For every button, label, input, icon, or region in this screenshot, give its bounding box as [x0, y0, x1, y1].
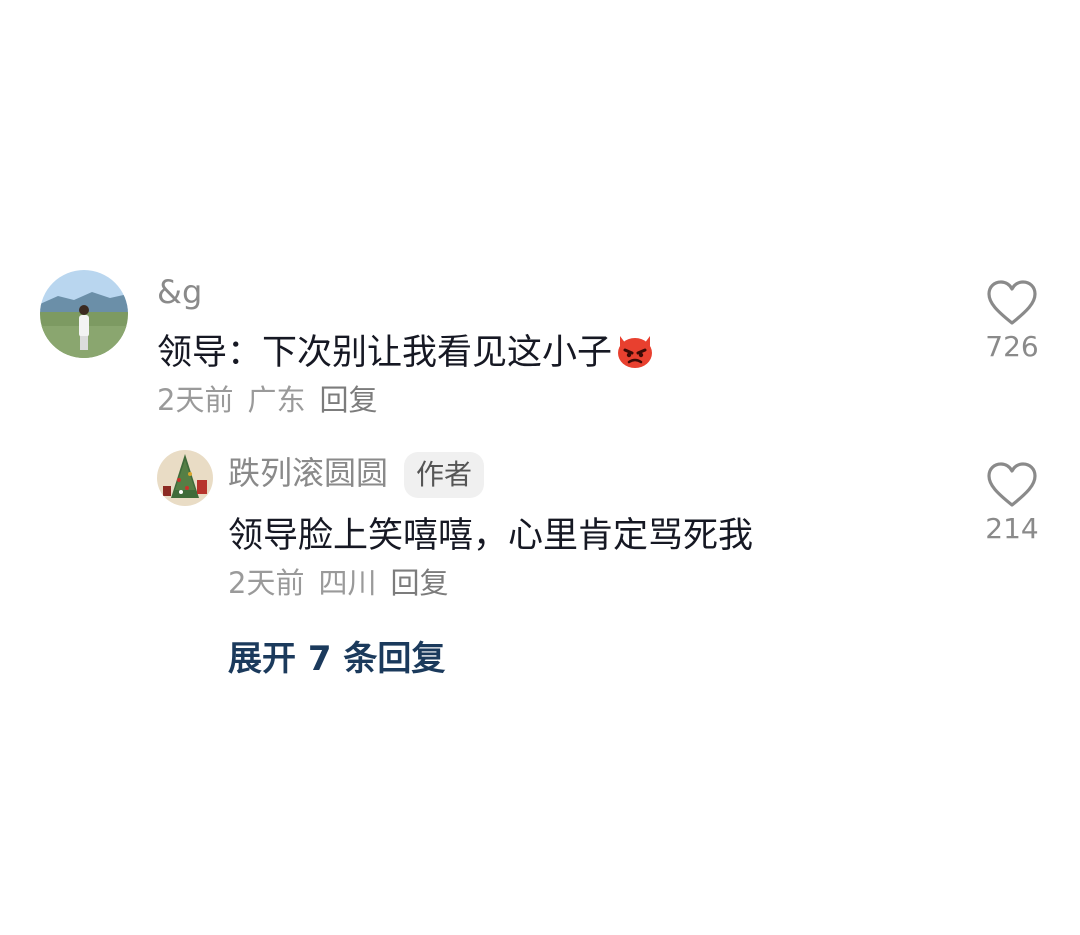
comment-time: 2天前: [157, 383, 234, 417]
comment-text-content: 领导：下次别让我看见这小子: [157, 333, 613, 373]
comment-like-count: 726: [985, 330, 1039, 363]
avatar[interactable]: [40, 270, 128, 358]
reply-text: 领导脸上笑嘻嘻，心里肯定骂死我: [228, 516, 754, 556]
comment-username[interactable]: &g: [157, 272, 202, 312]
reply-reply-button[interactable]: 回复: [390, 566, 448, 600]
reply-username[interactable]: 跌列滚圆圆: [228, 454, 388, 492]
angry-devil-emoji-icon: [614, 330, 656, 381]
reply-time: 2天前: [228, 566, 305, 600]
comment-meta: 2天前 广东 回复: [157, 382, 391, 418]
reply-like-button[interactable]: 214: [977, 462, 1047, 546]
reply-meta: 2天前 四川 回复: [228, 565, 462, 601]
reply-username-row: 跌列滚圆圆 作者: [228, 452, 485, 498]
comment-text: 领导：下次别让我看见这小子: [157, 330, 656, 381]
comment-location: 广东: [247, 383, 306, 417]
heart-icon: [987, 462, 1037, 507]
heart-icon: [987, 280, 1037, 325]
comment-like-button[interactable]: 726: [977, 280, 1047, 364]
reply-location: 四川: [318, 566, 377, 600]
author-badge: 作者: [404, 452, 485, 498]
reply-like-count: 214: [985, 512, 1039, 545]
reply-avatar[interactable]: [157, 450, 213, 506]
comment-reply-button[interactable]: 回复: [319, 383, 377, 417]
expand-replies-button[interactable]: 展开 7 条回复: [228, 638, 445, 680]
